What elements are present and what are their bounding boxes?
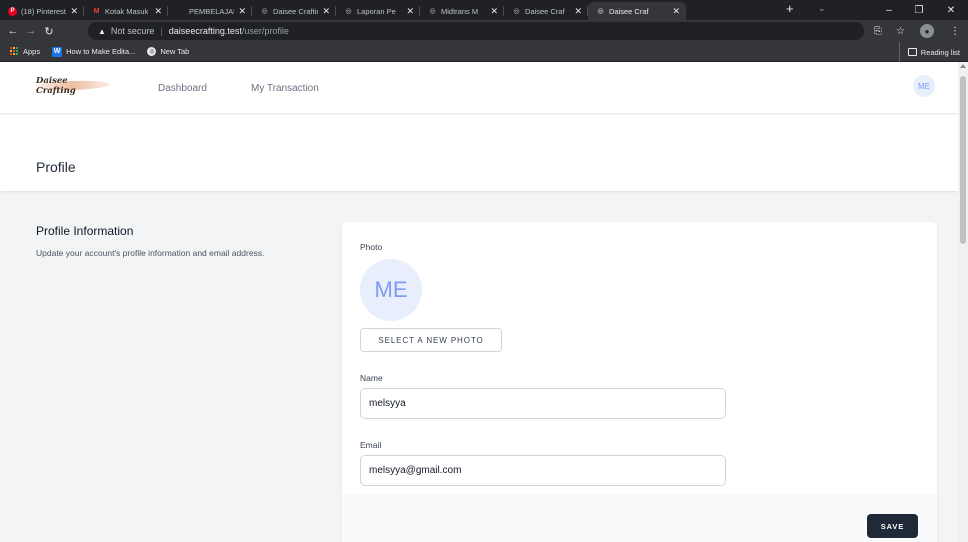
web-page: Daisee Crafting Dashboard My Transaction…	[0, 62, 958, 542]
reload-icon[interactable]: ↻	[40, 25, 58, 38]
bookmark-label: New Tab	[160, 47, 190, 56]
scroll-up-arrow-icon[interactable]	[960, 64, 966, 68]
address-bar[interactable]: ▲ Not secure | daiseecrafting.test /user…	[88, 22, 864, 40]
section-title: Profile Information	[36, 224, 134, 238]
tab-title: PEMBELAJARAN	[189, 6, 234, 16]
photo-label: Photo	[360, 242, 383, 252]
apps-grid-icon	[10, 47, 19, 56]
nav-my-transaction[interactable]: My Transaction	[251, 62, 319, 114]
tab-close-icon[interactable]: ✕	[70, 6, 78, 17]
reading-list-icon	[907, 48, 917, 56]
page-header: Profile	[0, 115, 958, 191]
nav-dashboard[interactable]: Dashboard	[158, 62, 207, 114]
warning-icon[interactable]: ▲	[98, 27, 106, 36]
scrollbar-thumb[interactable]	[960, 76, 966, 244]
name-label: Name	[360, 373, 383, 383]
tab-title: Midtrans M	[441, 6, 479, 16]
email-input[interactable]: melsyya@gmail.com	[360, 455, 726, 486]
reading-list-label: Reading list	[920, 47, 960, 57]
tab-search-icon[interactable]: ⌄	[818, 3, 826, 14]
word-icon: W	[52, 46, 63, 57]
bookmarks-bar: Apps W How to Make Edita... ◎ New Tab Re…	[0, 42, 968, 62]
back-icon[interactable]: ←	[4, 25, 22, 37]
globe-icon: ◎	[429, 8, 436, 15]
url-path: /user/profile	[241, 26, 289, 36]
globe-icon: ◎	[261, 8, 268, 15]
globe-icon: ◎	[147, 47, 157, 56]
tab-close-icon[interactable]: ✕	[154, 6, 162, 17]
browser-toolbar: ← → ↻ ▲ Not secure | daiseecrafting.test…	[0, 20, 968, 42]
browser-tab[interactable]: PEMBELAJARAN ✕	[168, 2, 252, 20]
tab-close-icon[interactable]: ✕	[322, 6, 330, 17]
browser-tab[interactable]: ◎ Midtrans M ✕	[420, 2, 504, 20]
profile-avatar-icon: ●	[920, 24, 934, 38]
restore-icon[interactable]: ❐	[904, 0, 934, 20]
tab-title: Kotak Masuk	[105, 6, 149, 16]
page-title: Profile	[36, 159, 76, 175]
browser-tab[interactable]: M Kotak Masuk ✕	[84, 2, 168, 20]
address-separator: |	[160, 26, 163, 36]
user-avatar[interactable]: ME	[913, 75, 935, 97]
tab-close-icon[interactable]: ✕	[672, 6, 680, 17]
gmail-icon: M	[93, 7, 100, 15]
minimize-icon[interactable]: –	[874, 0, 904, 20]
select-new-photo-button[interactable]: SELECT A NEW PHOTO	[360, 328, 502, 352]
tab-close-icon[interactable]: ✕	[574, 6, 582, 17]
email-label: Email	[360, 440, 382, 450]
profile-avatar-button[interactable]: ●	[920, 20, 934, 42]
url-host: daiseecrafting.test	[168, 26, 242, 36]
browser-tab-active[interactable]: ◎ Daisee Craf ✕	[588, 2, 686, 20]
name-input[interactable]: melsyya	[360, 388, 726, 419]
bookmark-apps-label: Apps	[23, 47, 41, 56]
profile-photo-avatar: ME	[360, 259, 422, 321]
save-button[interactable]: SAVE	[867, 514, 918, 538]
browser-menu-icon[interactable]: ⋮	[950, 20, 960, 42]
tab-close-icon[interactable]: ✕	[406, 6, 414, 17]
close-window-icon[interactable]: ✕	[936, 0, 966, 20]
page-scrollbar[interactable]	[958, 62, 968, 542]
tab-title: Daisee Craf	[609, 6, 649, 16]
pinterest-icon: P	[8, 6, 17, 16]
browser-tab[interactable]: ◎ Daisee Craf ✕	[504, 2, 588, 20]
bookmark-star-icon[interactable]: ☆	[896, 20, 905, 42]
bookmark-apps[interactable]: Apps	[10, 47, 40, 56]
profile-form-card: Photo ME SELECT A NEW PHOTO Name melsyya…	[342, 222, 937, 542]
logo-text: Daisee Crafting	[36, 76, 76, 96]
tab-close-icon[interactable]: ✕	[490, 6, 498, 17]
bookmark-new-tab[interactable]: ◎ New Tab	[147, 47, 189, 56]
globe-icon: ◎	[345, 8, 352, 15]
app-navbar: Daisee Crafting Dashboard My Transaction…	[0, 62, 958, 114]
tab-title: (18) Pinterest	[21, 6, 67, 16]
bookmark-how-to-make[interactable]: W How to Make Edita...	[52, 46, 136, 57]
tab-close-icon[interactable]: ✕	[238, 6, 246, 17]
browser-tab[interactable]: P (18) Pinterest ✕	[0, 2, 84, 20]
app-logo[interactable]: Daisee Crafting	[35, 76, 111, 96]
new-tab-button[interactable]: +	[778, 0, 802, 19]
section-description: Update your account's profile informatio…	[36, 248, 265, 258]
form-actions	[342, 494, 937, 542]
tab-title: Daisee Craf	[525, 6, 565, 16]
reading-list-button[interactable]: Reading list	[898, 42, 960, 62]
blank-icon	[176, 7, 185, 16]
bookmark-label: How to Make Edita...	[66, 47, 136, 56]
globe-icon: ◎	[597, 8, 604, 15]
forward-icon[interactable]: →	[22, 25, 40, 37]
security-status[interactable]: Not secure	[111, 26, 155, 36]
globe-icon: ◎	[513, 8, 520, 15]
share-icon[interactable]: ⎘	[874, 20, 882, 42]
browser-tab[interactable]: ◎ Laporan Pe ✕	[336, 2, 420, 20]
tab-title: Daisee Crafting	[273, 6, 319, 16]
tab-title: Laporan Pe	[357, 6, 396, 16]
browser-tab[interactable]: ◎ Daisee Crafting✕	[252, 2, 336, 20]
